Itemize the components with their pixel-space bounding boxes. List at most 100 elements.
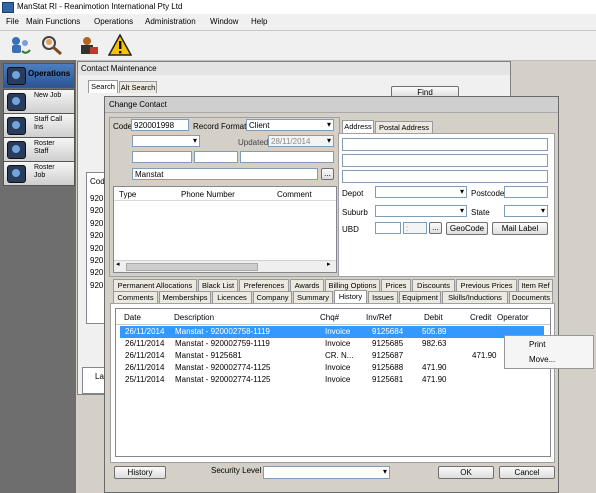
dialog-title: Change Contact (109, 100, 167, 109)
dialog-title-bar: Change Contact (105, 97, 558, 113)
context-menu: Print Move... (504, 335, 594, 369)
cancel-button[interactable]: Cancel (499, 466, 555, 479)
column-header: Debit (424, 313, 443, 322)
sidebar-item-operations[interactable]: Operations (3, 63, 75, 88)
history-button[interactable]: History (114, 466, 166, 479)
sidebar-item-label: New Job (34, 92, 62, 99)
cell-debit: 471.90 (422, 375, 447, 384)
cell-credit: 471.90 (472, 351, 497, 360)
table-row[interactable]: 25/11/2014 Manstat - 920002774-1125 Invo… (120, 374, 544, 386)
ubd-browse-button[interactable]: ... (429, 222, 442, 234)
roster-staff-icon (7, 141, 26, 159)
sidebar-item-staff-call-ins[interactable]: Staff Call Ins (3, 113, 75, 138)
phone-grid[interactable]: Type Phone Number Comment ◂ ▸ (113, 186, 337, 273)
state-select[interactable] (504, 205, 548, 217)
menu-administration[interactable]: Administration (145, 17, 196, 26)
postcode-label: Postcode (471, 189, 505, 198)
search-person-icon[interactable] (40, 34, 64, 56)
tab-skills-inductions[interactable]: Skills/Inductions (442, 291, 508, 303)
address-line-3[interactable] (342, 170, 548, 183)
sidebar-item-new-job[interactable]: New Job (3, 89, 75, 114)
column-header: Inv/Ref (366, 313, 392, 322)
menu-item-print[interactable]: Print (529, 340, 545, 349)
address-line-1[interactable] (342, 138, 548, 151)
menu-window[interactable]: Window (210, 17, 238, 26)
sidebar-item-roster-staff[interactable]: Roster Staff (3, 137, 75, 162)
menu-item-move[interactable]: Move... (529, 355, 555, 364)
depot-select[interactable] (375, 186, 467, 198)
tab-alt-search[interactable]: Alt Search (119, 81, 157, 93)
ubd-ref-field[interactable]: : (403, 222, 427, 234)
tab-licences[interactable]: Licences (212, 291, 252, 303)
tab-previous-prices[interactable]: Previous Prices (456, 279, 517, 291)
tab-item-ref[interactable]: Item Ref (518, 279, 553, 291)
address-line-2[interactable] (342, 154, 548, 167)
cell-date: 25/11/2014 (125, 375, 165, 384)
cell-date: 26/11/2014 (125, 363, 165, 372)
cell-description: Manstat - 920002774-1125 (175, 363, 271, 372)
tab-prices[interactable]: Prices (381, 279, 411, 291)
scroll-thumb[interactable] (126, 263, 258, 271)
tab-search[interactable]: Search (88, 80, 118, 93)
ok-button[interactable]: OK (438, 466, 494, 479)
tab-memberships[interactable]: Memberships (159, 291, 211, 303)
record-format-select[interactable]: Client (246, 119, 334, 131)
table-row[interactable]: 26/11/2014 Manstat - 920002759-1119 Invo… (120, 338, 544, 350)
cell-chq: Invoice (325, 339, 351, 348)
sidebar-item-roster-job[interactable]: Roster Job (3, 161, 75, 186)
phone-grid-scrollbar[interactable]: ◂ ▸ (114, 260, 336, 272)
tab-address[interactable]: Address (342, 120, 374, 133)
tab-postal-address[interactable]: Postal Address (375, 121, 433, 133)
toolbar (0, 31, 596, 61)
first-name-field[interactable] (132, 151, 192, 163)
tab-issues[interactable]: Issues (368, 291, 398, 303)
operations-icon (7, 67, 26, 85)
menu-help[interactable]: Help (251, 17, 267, 26)
change-contact-dialog: Change Contact Code 920001998 Record For… (104, 96, 559, 493)
cell-debit: 982.63 (422, 339, 447, 348)
suburb-select[interactable] (375, 205, 467, 217)
cell-chq: Invoice (325, 363, 351, 372)
scroll-left-icon[interactable]: ◂ (116, 260, 120, 268)
cell-ref: 9125681 (372, 375, 404, 384)
table-row[interactable]: 26/11/2014 Manstat - 920002758-1119 Invo… (120, 326, 544, 338)
table-row[interactable]: 26/11/2014 Manstat - 920002774-1125 Invo… (120, 362, 544, 374)
mail-label-button[interactable]: Mail Label (492, 222, 548, 235)
ubd-map-field[interactable] (375, 222, 401, 234)
tab-company[interactable]: Company (253, 291, 292, 303)
menu-operations[interactable]: Operations (94, 17, 133, 26)
browse-button[interactable]: ... (321, 168, 334, 180)
tab-discounts[interactable]: Discounts (412, 279, 455, 291)
menu-file[interactable]: File (6, 17, 19, 26)
scroll-right-icon[interactable]: ▸ (327, 260, 331, 268)
title-select[interactable] (132, 135, 200, 147)
column-header: Type (119, 190, 137, 199)
middle-name-field[interactable] (194, 151, 238, 163)
depot-label: Depot (342, 189, 364, 198)
tab-black-list[interactable]: Black List (198, 279, 238, 291)
tab-preferences[interactable]: Preferences (239, 279, 289, 291)
tab-comments[interactable]: Comments (113, 291, 158, 303)
people-refresh-icon[interactable] (8, 34, 32, 56)
security-level-label: Security Level (211, 466, 262, 475)
code-list-values: 920 920 920 920 920 920 920 920 (90, 193, 103, 292)
column-header: Date (124, 313, 141, 322)
tab-history[interactable]: History (334, 290, 367, 303)
surname-field[interactable] (240, 151, 334, 163)
warning-icon[interactable] (107, 33, 133, 56)
contact-card-icon[interactable] (76, 34, 100, 56)
column-header: Operator (497, 313, 529, 322)
tab-summary[interactable]: Summary (293, 291, 333, 303)
postcode-field[interactable] (504, 186, 548, 198)
tab-documents[interactable]: Documents (509, 291, 553, 303)
table-row[interactable]: 26/11/2014 Manstat - 9125681 CR. N... 91… (120, 350, 544, 362)
tab-equipment[interactable]: Equipment (399, 291, 441, 303)
geocode-button[interactable]: GeoCode (446, 222, 488, 235)
tab-permanent-allocations[interactable]: Permanent Allocations (113, 279, 197, 291)
security-level-select[interactable] (263, 466, 390, 479)
code-field[interactable]: 920001998 (131, 119, 189, 131)
menu-main-functions[interactable]: Main Functions (26, 17, 80, 26)
tab-awards[interactable]: Awards (290, 279, 324, 291)
app-title: ManStat RI - Reanimotion International P… (17, 2, 183, 11)
name-field[interactable]: Manstat (132, 168, 318, 180)
